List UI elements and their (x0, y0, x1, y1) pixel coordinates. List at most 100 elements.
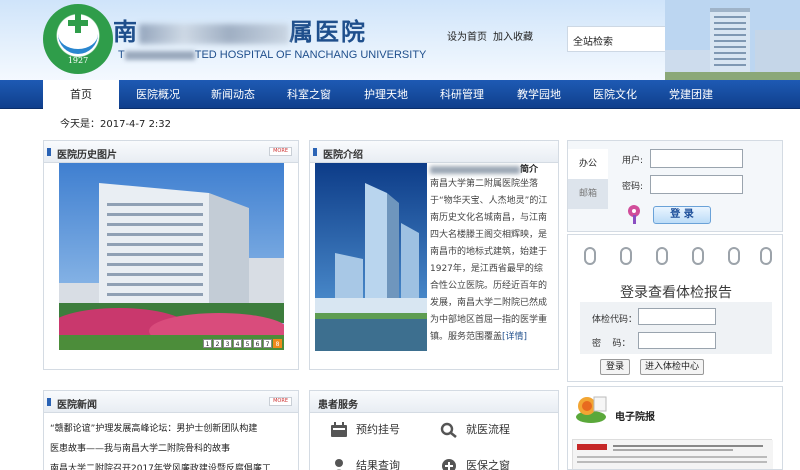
more-button[interactable]: MORE (269, 147, 292, 156)
news-item[interactable]: 南昌大学二附院召开2017年党风廉政建设暨反腐倡廉工 (50, 459, 290, 470)
header-marker (313, 148, 317, 156)
hospital-name-en-end: TED HOSPITAL OF NANCHANG UNIVERSITY (194, 49, 427, 61)
binder-ring-icon (620, 247, 632, 265)
login-button-label: 登 录 (670, 209, 694, 220)
service-result-query[interactable]: 结果查询 (330, 457, 400, 470)
header-marker (47, 148, 51, 156)
panel-header: 医院历史图片 MORE (44, 141, 298, 163)
physical-exam-report-box: 登录查看体检报告 体检代码： 密 码： 登录 进入体检中心 (567, 234, 783, 382)
logo-year: 1927 (67, 56, 89, 65)
pager-page[interactable]: 1 (203, 339, 212, 348)
history-photos-panel: 医院历史图片 MORE 1 2 3 4 5 6 7 8 (43, 140, 299, 370)
hospital-name-cn-end: 属医院 (289, 17, 367, 46)
nav-party-building[interactable]: 党建团建 (657, 80, 725, 109)
binder-ring-icon (584, 247, 596, 265)
news-item[interactable]: “赣鄱论谊”护理发展高峰论坛：男护士创新团队构建 (50, 419, 290, 439)
login-button[interactable]: 登 录 (653, 206, 711, 224)
modern-building-photo (315, 163, 427, 351)
logo-arc (58, 32, 98, 54)
redacted-name-blur-en (124, 50, 195, 60)
add-favorite-link[interactable]: 加入收藏 (493, 28, 533, 43)
panel-header: 医院新闻 MORE (44, 391, 298, 413)
nav-research[interactable]: 科研管理 (428, 80, 496, 109)
pager-page[interactable]: 5 (243, 339, 252, 348)
redacted-name-blur (139, 23, 289, 44)
key-icon (628, 205, 640, 224)
intro-heading: 简介 (430, 162, 538, 175)
intro-body: 南昌大学第二附属医院坐落于“物华天宝、人杰地灵”的江南历史文化名城南昌，与江南四… (430, 179, 548, 342)
hospital-building-photo (59, 163, 284, 350)
nav-hospital-overview[interactable]: 医院概况 (124, 80, 192, 109)
binder-ring-icon (692, 247, 704, 265)
nav-home[interactable]: 首页 (43, 80, 119, 109)
exam-password-label: 密 码： (592, 339, 631, 349)
cross-icon (68, 13, 88, 33)
news-item[interactable]: 医患故事——我与南昌大学二附院骨科的故事 (50, 439, 290, 459)
slideshow-pager: 1 2 3 4 5 6 7 8 (203, 339, 282, 348)
e-newspaper-panel[interactable]: 电子院报 (567, 386, 783, 470)
nav-nursing[interactable]: 护理天地 (352, 80, 420, 109)
pager-page[interactable]: 4 (233, 339, 242, 348)
set-homepage-link[interactable]: 设为首页 (447, 28, 487, 43)
appointment-icon (331, 422, 347, 437)
hospital-name-en: T TED HOSPITAL OF NANCHANG UNIVERSITY (118, 49, 426, 61)
newspaper-icon (576, 396, 607, 423)
more-button[interactable]: MORE (269, 397, 292, 406)
search-icon (440, 422, 457, 438)
exam-center-button[interactable]: 进入体检中心 (640, 359, 704, 375)
panel-title: 医院历史图片 (57, 150, 117, 161)
exam-login-button[interactable]: 登录 (600, 359, 630, 375)
service-appointment[interactable]: 预约挂号 (330, 421, 400, 438)
pager-page[interactable]: 6 (253, 339, 262, 348)
hospital-logo[interactable]: 1927 (43, 4, 113, 74)
site-header: 1927 南 属医院 T TED HOSPITAL OF NANCHANG UNIV… (0, 0, 800, 80)
service-label: 预约挂号 (356, 423, 400, 436)
header-marker (47, 398, 51, 406)
details-link[interactable]: [详情] (502, 332, 527, 342)
newspaper-thumbnail-image (573, 440, 773, 469)
e-newspaper-title: 电子院报 (615, 412, 655, 423)
service-medical-insurance[interactable]: 医保之窗 (440, 457, 510, 470)
binder-ring-icon (728, 247, 740, 265)
username-input[interactable] (650, 149, 743, 168)
intro-text: 南昌大学第二附属医院坐落于“物华天宝、人杰地灵”的江南历史文化名城南昌，与江南四… (430, 176, 548, 346)
building-banner-image (665, 0, 800, 80)
service-label: 医保之窗 (466, 459, 510, 470)
panel-title: 患者服务 (318, 400, 358, 411)
user-icon (335, 459, 343, 470)
nav-departments[interactable]: 科室之窗 (275, 80, 343, 109)
newspaper-thumbnail[interactable] (572, 439, 773, 469)
patient-services-panel: 患者服务 预约挂号 就医流程 结果查询 医保之窗 (309, 390, 559, 470)
nav-teaching[interactable]: 教学园地 (505, 80, 573, 109)
pager-page-current[interactable]: 8 (273, 339, 282, 348)
panel-title: 医院介绍 (323, 150, 363, 161)
intro-heading-suffix: 简介 (520, 165, 539, 175)
hospital-name-cn: 南 属医院 (113, 12, 367, 47)
tab-mail[interactable]: 邮箱 (568, 179, 608, 209)
pager-page[interactable]: 3 (223, 339, 232, 348)
exam-login-form: 体检代码： 密 码： (580, 302, 772, 354)
panel-header: 医院介绍 (310, 141, 558, 163)
hospital-name-en-start: T (118, 49, 125, 61)
hospital-name-cn-start: 南 (113, 17, 139, 46)
exam-code-input[interactable] (638, 308, 716, 325)
binder-ring-icon (656, 247, 668, 265)
tab-office[interactable]: 办公 (568, 149, 608, 179)
panel-header: 患者服务 (310, 391, 558, 413)
nav-news[interactable]: 新闻动态 (199, 80, 267, 109)
history-photo-slideshow[interactable]: 1 2 3 4 5 6 7 8 (59, 163, 284, 350)
pager-page[interactable]: 2 (213, 339, 222, 348)
nav-culture[interactable]: 医院文化 (581, 80, 649, 109)
main-nav: 首页 医院概况 新闻动态 科室之窗 护理天地 科研管理 教学园地 医院文化 党建… (0, 80, 800, 109)
insurance-icon (442, 459, 456, 470)
service-visit-process[interactable]: 就医流程 (440, 421, 510, 438)
pager-page[interactable]: 7 (263, 339, 272, 348)
exam-title: 登录查看体检报告 (620, 285, 732, 301)
current-date: 今天是：2017-4-7 2:32 (60, 119, 172, 130)
service-label: 结果查询 (356, 459, 400, 470)
search-input[interactable]: 全站检索 (567, 26, 679, 52)
password-label: 密码: (622, 182, 644, 192)
exam-password-input[interactable] (638, 332, 716, 349)
hospital-intro-panel: 医院介绍 简介 南昌大学第二附属医院坐落于“物华天宝、人杰地灵”的江南历史文化名… (309, 140, 559, 370)
password-input[interactable] (650, 175, 743, 194)
